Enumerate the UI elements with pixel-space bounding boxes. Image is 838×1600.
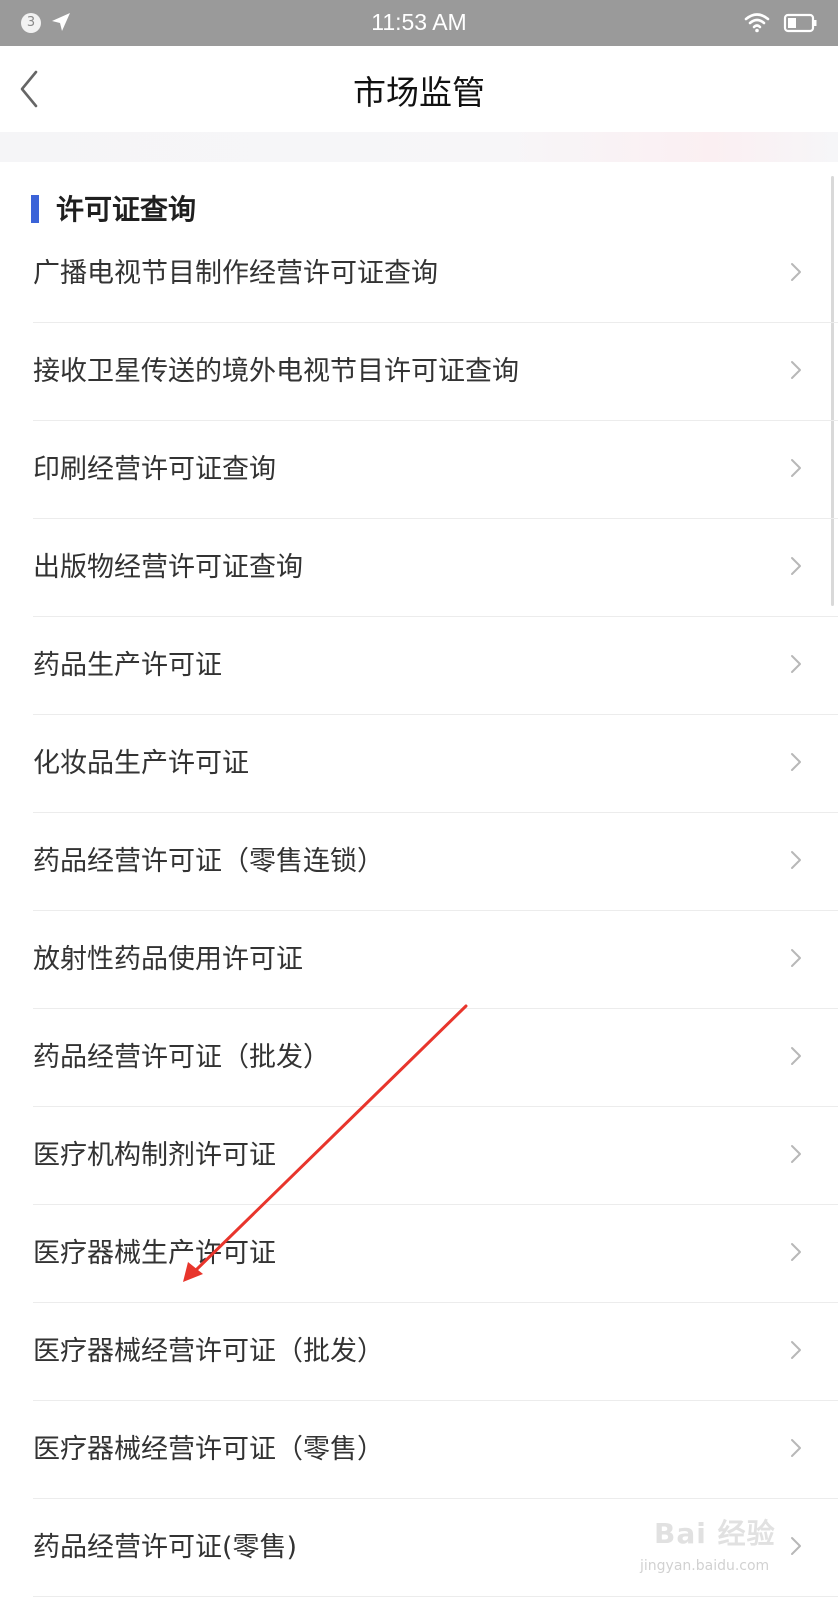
status-bar: 3 11:53 AM bbox=[0, 0, 838, 46]
chevron-right-icon bbox=[791, 1243, 801, 1261]
list-item-label: 医疗器械经营许可证（零售） bbox=[33, 1434, 384, 1465]
list-item[interactable]: 药品生产许可证 bbox=[33, 617, 838, 715]
chevron-right-icon bbox=[791, 1145, 801, 1163]
list-item-label: 药品经营许可证（零售连锁） bbox=[33, 846, 384, 877]
list-item[interactable]: 广播电视节目制作经营许可证查询 bbox=[33, 225, 838, 323]
chevron-right-icon bbox=[791, 361, 801, 379]
chevron-right-icon bbox=[791, 1439, 801, 1457]
list-item[interactable]: 药品经营许可证（批发） bbox=[33, 1009, 838, 1107]
list-item-label: 医疗器械生产许可证 bbox=[33, 1238, 276, 1269]
chevron-right-icon bbox=[791, 557, 801, 575]
section-title: 许可证查询 bbox=[56, 193, 197, 226]
list-item[interactable]: 医疗器械经营许可证（零售） bbox=[33, 1401, 838, 1499]
list-item[interactable]: 药品经营许可证（零售连锁） bbox=[33, 813, 838, 911]
navigation-bar: 市场监管 bbox=[0, 46, 838, 132]
list-item-label: 化妆品生产许可证 bbox=[33, 748, 249, 779]
list-item-label: 医疗机构制剂许可证 bbox=[33, 1140, 276, 1171]
list-item-label: 放射性药品使用许可证 bbox=[33, 944, 303, 975]
battery-icon bbox=[783, 13, 817, 33]
watermark-logo: Bai 经验 jingyan.baidu.com bbox=[640, 1508, 830, 1588]
list-item-label: 广播电视节目制作经营许可证查询 bbox=[33, 258, 438, 289]
list-item-label: 接收卫星传送的境外电视节目许可证查询 bbox=[33, 356, 519, 387]
chevron-right-icon bbox=[791, 655, 801, 673]
list-item-label: 医疗器械经营许可证（批发） bbox=[33, 1336, 384, 1367]
chevron-right-icon bbox=[791, 459, 801, 477]
chevron-right-icon bbox=[791, 949, 801, 967]
list-item[interactable]: 化妆品生产许可证 bbox=[33, 715, 838, 813]
list-item[interactable]: 医疗机构制剂许可证 bbox=[33, 1107, 838, 1205]
status-time: 11:53 AM bbox=[371, 9, 467, 35]
wifi-icon bbox=[744, 13, 770, 33]
chevron-right-icon bbox=[791, 851, 801, 869]
chevron-right-icon bbox=[791, 1047, 801, 1065]
list-item-label: 出版物经营许可证查询 bbox=[33, 552, 303, 583]
list-item[interactable]: 医疗器械经营许可证（批发） bbox=[33, 1303, 838, 1401]
license-list: 广播电视节目制作经营许可证查询接收卫星传送的境外电视节目许可证查询 印刷经营许可证… bbox=[0, 225, 838, 1597]
chevron-right-icon bbox=[791, 1341, 801, 1359]
list-item-label: 药品生产许可证 bbox=[33, 650, 222, 681]
chevron-right-icon bbox=[791, 263, 801, 281]
content-area: 许可证查询 广播电视节目制作经营许可证查询接收卫星传送的境外电视节目许可证查询印… bbox=[0, 162, 838, 1600]
watermark-url: jingyan.baidu.com bbox=[640, 1558, 770, 1574]
page-title: 市场监管 bbox=[353, 73, 485, 112]
section-accent-bar bbox=[31, 195, 39, 223]
list-item-label: 印刷经营许可证查询 bbox=[33, 454, 276, 485]
list-item[interactable]: 接收卫星传送的境外电视节目许可证查询 bbox=[33, 323, 838, 421]
list-item-label: 药品经营许可证（批发） bbox=[33, 1042, 330, 1073]
watermark-text: Bai 经验 bbox=[654, 1517, 776, 1550]
list-item[interactable]: 印刷经营许可证查询 bbox=[33, 421, 838, 519]
list-item[interactable]: 放射性药品使用许可证 bbox=[33, 911, 838, 1009]
list-item[interactable]: 出版物经营许可证查询 bbox=[33, 519, 838, 617]
list-item-label: 药品经营许可证(零售) bbox=[33, 1532, 298, 1563]
divider-band bbox=[0, 132, 838, 162]
list-item[interactable]: 医疗器械生产许可证 bbox=[33, 1205, 838, 1303]
chevron-right-icon bbox=[791, 753, 801, 771]
